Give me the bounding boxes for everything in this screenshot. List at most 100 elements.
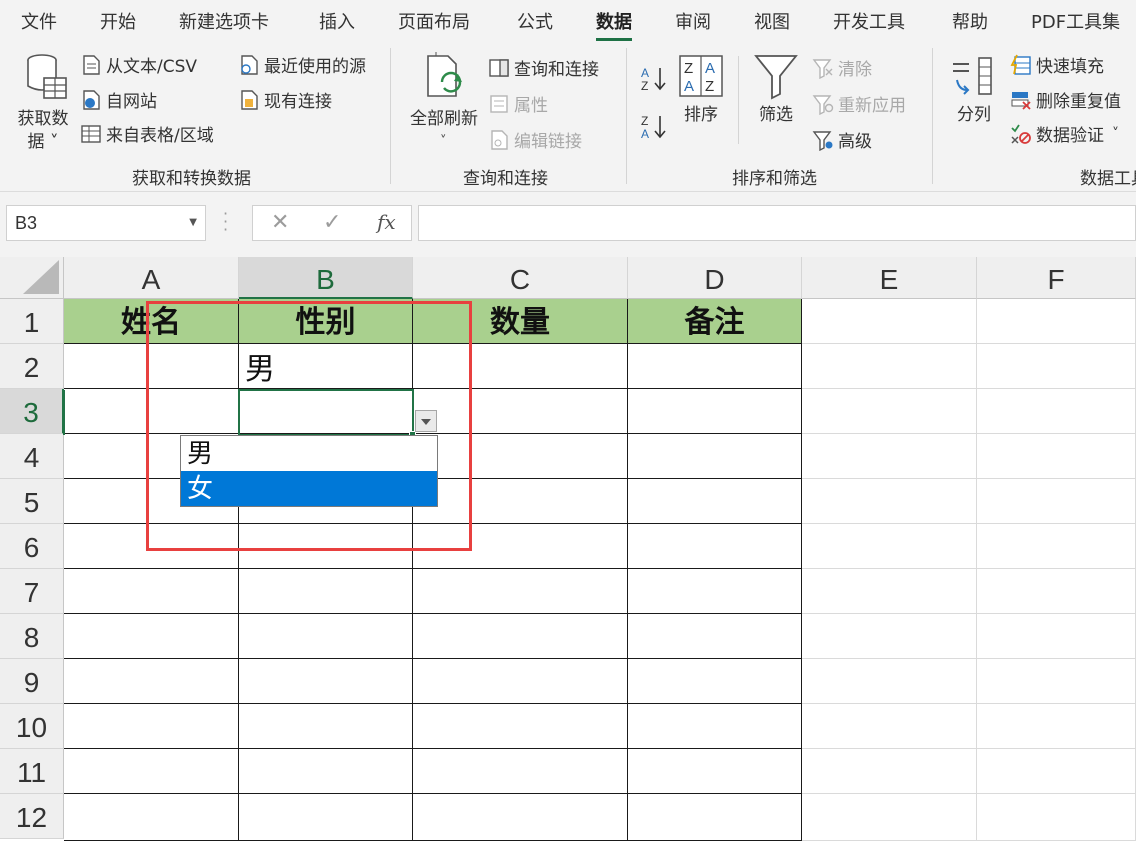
tab-view[interactable]: 视图 xyxy=(754,8,790,34)
cell-f1[interactable] xyxy=(977,299,1136,344)
filter-button[interactable]: 筛选 xyxy=(748,50,804,150)
flash-fill-button[interactable]: 快速填充 xyxy=(1010,52,1104,77)
recent-sources-button[interactable]: 最近使用的源 xyxy=(238,52,366,77)
cell-f6[interactable] xyxy=(977,524,1136,569)
vertical-dots-icon[interactable]: · · · xyxy=(223,206,229,238)
cell-e6[interactable] xyxy=(802,524,977,569)
cell-e7[interactable] xyxy=(802,569,977,614)
clear-filter-button[interactable]: 清除 xyxy=(812,55,872,80)
tab-review[interactable]: 审阅 xyxy=(675,8,711,34)
cell-f4[interactable] xyxy=(977,434,1136,479)
column-header-e[interactable]: E xyxy=(802,257,977,299)
column-header-f[interactable]: F xyxy=(977,257,1136,299)
column-header-b[interactable]: B xyxy=(239,257,413,299)
cell-d4[interactable] xyxy=(628,434,802,479)
cell-f7[interactable] xyxy=(977,569,1136,614)
tab-home[interactable]: 开始 xyxy=(100,8,136,34)
cell-b12[interactable] xyxy=(239,794,413,841)
edit-links-button[interactable]: 编辑链接 xyxy=(488,127,582,152)
get-data-button[interactable]: 获取数 据 ˅ xyxy=(10,48,76,156)
caret-down-icon[interactable]: ▼ xyxy=(189,217,197,228)
cell-d12[interactable] xyxy=(628,794,802,841)
cell-e9[interactable] xyxy=(802,659,977,704)
cancel-icon[interactable]: ✕ xyxy=(271,210,289,235)
cell-f10[interactable] xyxy=(977,704,1136,749)
text-to-columns-button[interactable]: 分列 xyxy=(946,52,1002,152)
row-header-12[interactable]: 12 xyxy=(0,794,64,839)
from-table-button[interactable]: 来自表格/区域 xyxy=(80,121,214,146)
cell-b9[interactable] xyxy=(239,659,413,704)
cell-c10[interactable] xyxy=(413,704,628,749)
refresh-all-button[interactable]: 全部刷新 ˅ xyxy=(402,48,486,156)
cell-d8[interactable] xyxy=(628,614,802,659)
column-header-c[interactable]: C xyxy=(413,257,628,299)
cell-d9[interactable] xyxy=(628,659,802,704)
cell-d5[interactable] xyxy=(628,479,802,524)
cell-f2[interactable] xyxy=(977,344,1136,389)
from-web-button[interactable]: 自网站 xyxy=(80,87,157,112)
cell-f5[interactable] xyxy=(977,479,1136,524)
row-header-6[interactable]: 6 xyxy=(0,524,64,569)
cell-a11[interactable] xyxy=(64,749,239,794)
tab-pdf-tools[interactable]: PDF工具集 xyxy=(1031,8,1120,34)
cell-e1[interactable] xyxy=(802,299,977,344)
queries-connections-button[interactable]: 查询和连接 xyxy=(488,55,599,80)
reapply-button[interactable]: 重新应用 xyxy=(812,91,906,116)
tab-new-tab[interactable]: 新建选项卡 xyxy=(179,8,269,34)
cell-c12[interactable] xyxy=(413,794,628,841)
row-header-2[interactable]: 2 xyxy=(0,344,64,389)
chevron-down-icon[interactable]: ˅ xyxy=(1112,126,1119,142)
sort-button[interactable]: Z A A Z 排序 xyxy=(676,52,726,152)
row-header-10[interactable]: 10 xyxy=(0,704,64,749)
properties-button[interactable]: 属性 xyxy=(488,91,548,116)
cell-d3[interactable] xyxy=(628,389,802,434)
sort-descending-button[interactable]: Z A xyxy=(640,112,670,142)
row-header-3[interactable]: 3 xyxy=(0,389,64,434)
cell-a12[interactable] xyxy=(64,794,239,841)
select-all-button[interactable] xyxy=(0,257,64,299)
cell-d6[interactable] xyxy=(628,524,802,569)
data-validation-button[interactable]: 数据验证 ˅ xyxy=(1010,121,1119,146)
row-header-1[interactable]: 1 xyxy=(0,299,64,344)
row-header-11[interactable]: 11 xyxy=(0,749,64,794)
insert-function-button[interactable]: fx xyxy=(377,210,396,234)
cell-d11[interactable] xyxy=(628,749,802,794)
row-header-9[interactable]: 9 xyxy=(0,659,64,704)
cell-f12[interactable] xyxy=(977,794,1136,841)
cell-d10[interactable] xyxy=(628,704,802,749)
existing-connections-button[interactable]: 现有连接 xyxy=(238,87,332,112)
tab-help[interactable]: 帮助 xyxy=(952,8,988,34)
enter-check-icon[interactable]: ✓ xyxy=(323,210,341,235)
tab-formulas[interactable]: 公式 xyxy=(517,8,553,34)
cell-f9[interactable] xyxy=(977,659,1136,704)
row-header-7[interactable]: 7 xyxy=(0,569,64,614)
row-header-5[interactable]: 5 xyxy=(0,479,64,524)
cell-b8[interactable] xyxy=(239,614,413,659)
cell-e3[interactable] xyxy=(802,389,977,434)
cell-f3[interactable] xyxy=(977,389,1136,434)
cell-b7[interactable] xyxy=(239,569,413,614)
cell-e5[interactable] xyxy=(802,479,977,524)
tab-developer[interactable]: 开发工具 xyxy=(833,8,905,34)
cell-a9[interactable] xyxy=(64,659,239,704)
cell-e8[interactable] xyxy=(802,614,977,659)
tab-file[interactable]: 文件 xyxy=(21,8,57,34)
cell-f8[interactable] xyxy=(977,614,1136,659)
cell-d2[interactable] xyxy=(628,344,802,389)
column-header-d[interactable]: D xyxy=(628,257,802,299)
cell-e2[interactable] xyxy=(802,344,977,389)
name-box[interactable]: B3 ▼ xyxy=(6,205,206,241)
row-header-4[interactable]: 4 xyxy=(0,434,64,479)
cell-c11[interactable] xyxy=(413,749,628,794)
cell-c9[interactable] xyxy=(413,659,628,704)
cell-e11[interactable] xyxy=(802,749,977,794)
cell-f11[interactable] xyxy=(977,749,1136,794)
cell-d7[interactable] xyxy=(628,569,802,614)
cell-b11[interactable] xyxy=(239,749,413,794)
cell-e10[interactable] xyxy=(802,704,977,749)
cell-b10[interactable] xyxy=(239,704,413,749)
cell-a8[interactable] xyxy=(64,614,239,659)
row-header-8[interactable]: 8 xyxy=(0,614,64,659)
cell-c8[interactable] xyxy=(413,614,628,659)
cell-d1[interactable]: 备注 xyxy=(628,299,802,344)
